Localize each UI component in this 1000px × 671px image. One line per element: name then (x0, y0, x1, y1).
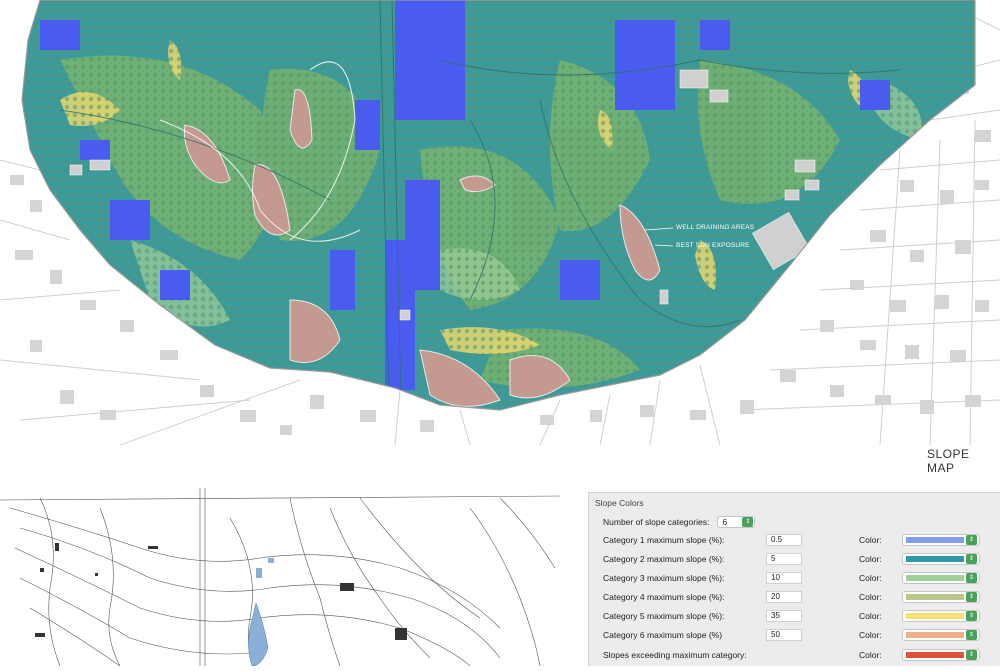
chevron-updown-icon[interactable]: ⇕ (966, 630, 977, 640)
category-label: Category 3 maximum slope (%): (603, 573, 725, 583)
contour-map (0, 488, 561, 667)
color-label: Color: (859, 554, 882, 564)
annotation-well-draining: WELL DRAINING AREAS (676, 224, 755, 231)
panel-title: Slope Colors (595, 498, 644, 508)
category-count-row: Number of slope categories: 6 ⇕ (603, 515, 756, 529)
color-picker[interactable]: ⇕ (902, 553, 980, 565)
color-swatch (906, 652, 964, 658)
category-max-input[interactable]: 10 (766, 572, 802, 584)
slope-map (0, 0, 1000, 445)
category-max-input[interactable]: 5 (766, 553, 802, 565)
lake (248, 602, 269, 667)
color-picker[interactable]: ⇕ (902, 629, 980, 641)
category-max-input[interactable]: 20 (766, 591, 802, 603)
pond (256, 568, 262, 578)
map-title: SLOPE MAP (927, 447, 970, 475)
color-swatch (906, 556, 964, 562)
category-count-select[interactable]: 6 ⇕ (717, 516, 756, 528)
category-label: Category 2 maximum slope (%): (603, 554, 725, 564)
color-label: Color: (859, 650, 882, 660)
color-picker[interactable]: ⇕ (902, 591, 980, 603)
color-swatch (906, 575, 964, 581)
category-count-label: Number of slope categories: (603, 517, 710, 527)
slope-colors-panel: Slope Colors Number of slope categories:… (588, 492, 1000, 666)
color-swatch (906, 537, 964, 543)
color-label: Color: (859, 611, 882, 621)
annotation-best-sun: BEST SUN EXPOSURE (676, 242, 750, 249)
chevron-updown-icon[interactable]: ⇕ (966, 554, 977, 564)
color-label: Color: (859, 573, 882, 583)
color-label: Color: (859, 592, 882, 602)
color-label: Color: (859, 535, 882, 545)
chevron-updown-icon[interactable]: ⇕ (742, 517, 754, 527)
category-max-input[interactable]: 50 (766, 629, 802, 641)
chevron-updown-icon[interactable]: ⇕ (966, 592, 977, 602)
category-max-input[interactable]: 35 (766, 610, 802, 622)
chevron-updown-icon[interactable]: ⇕ (966, 650, 977, 660)
category-label: Category 1 maximum slope (%): (603, 535, 725, 545)
chevron-updown-icon[interactable]: ⇕ (966, 573, 977, 583)
color-picker[interactable]: ⇕ (902, 610, 980, 622)
color-picker[interactable]: ⇕ (902, 572, 980, 584)
color-picker[interactable]: ⇕ (902, 534, 980, 546)
category-label: Category 6 maximum slope (%) (603, 630, 723, 640)
chevron-updown-icon[interactable]: ⇕ (966, 535, 977, 545)
color-swatch (906, 594, 964, 600)
chevron-updown-icon[interactable]: ⇕ (966, 611, 977, 621)
color-label: Color: (859, 630, 882, 640)
category-max-input[interactable]: 0.5 (766, 534, 802, 546)
category-count-value: 6 (722, 517, 728, 527)
color-picker[interactable]: ⇕ (902, 649, 980, 661)
color-swatch (906, 613, 964, 619)
category-label: Category 5 maximum slope (%): (603, 611, 725, 621)
exceeding-label: Slopes exceeding maximum category: (603, 650, 747, 660)
category-label: Category 4 maximum slope (%): (603, 592, 725, 602)
color-swatch (906, 632, 964, 638)
